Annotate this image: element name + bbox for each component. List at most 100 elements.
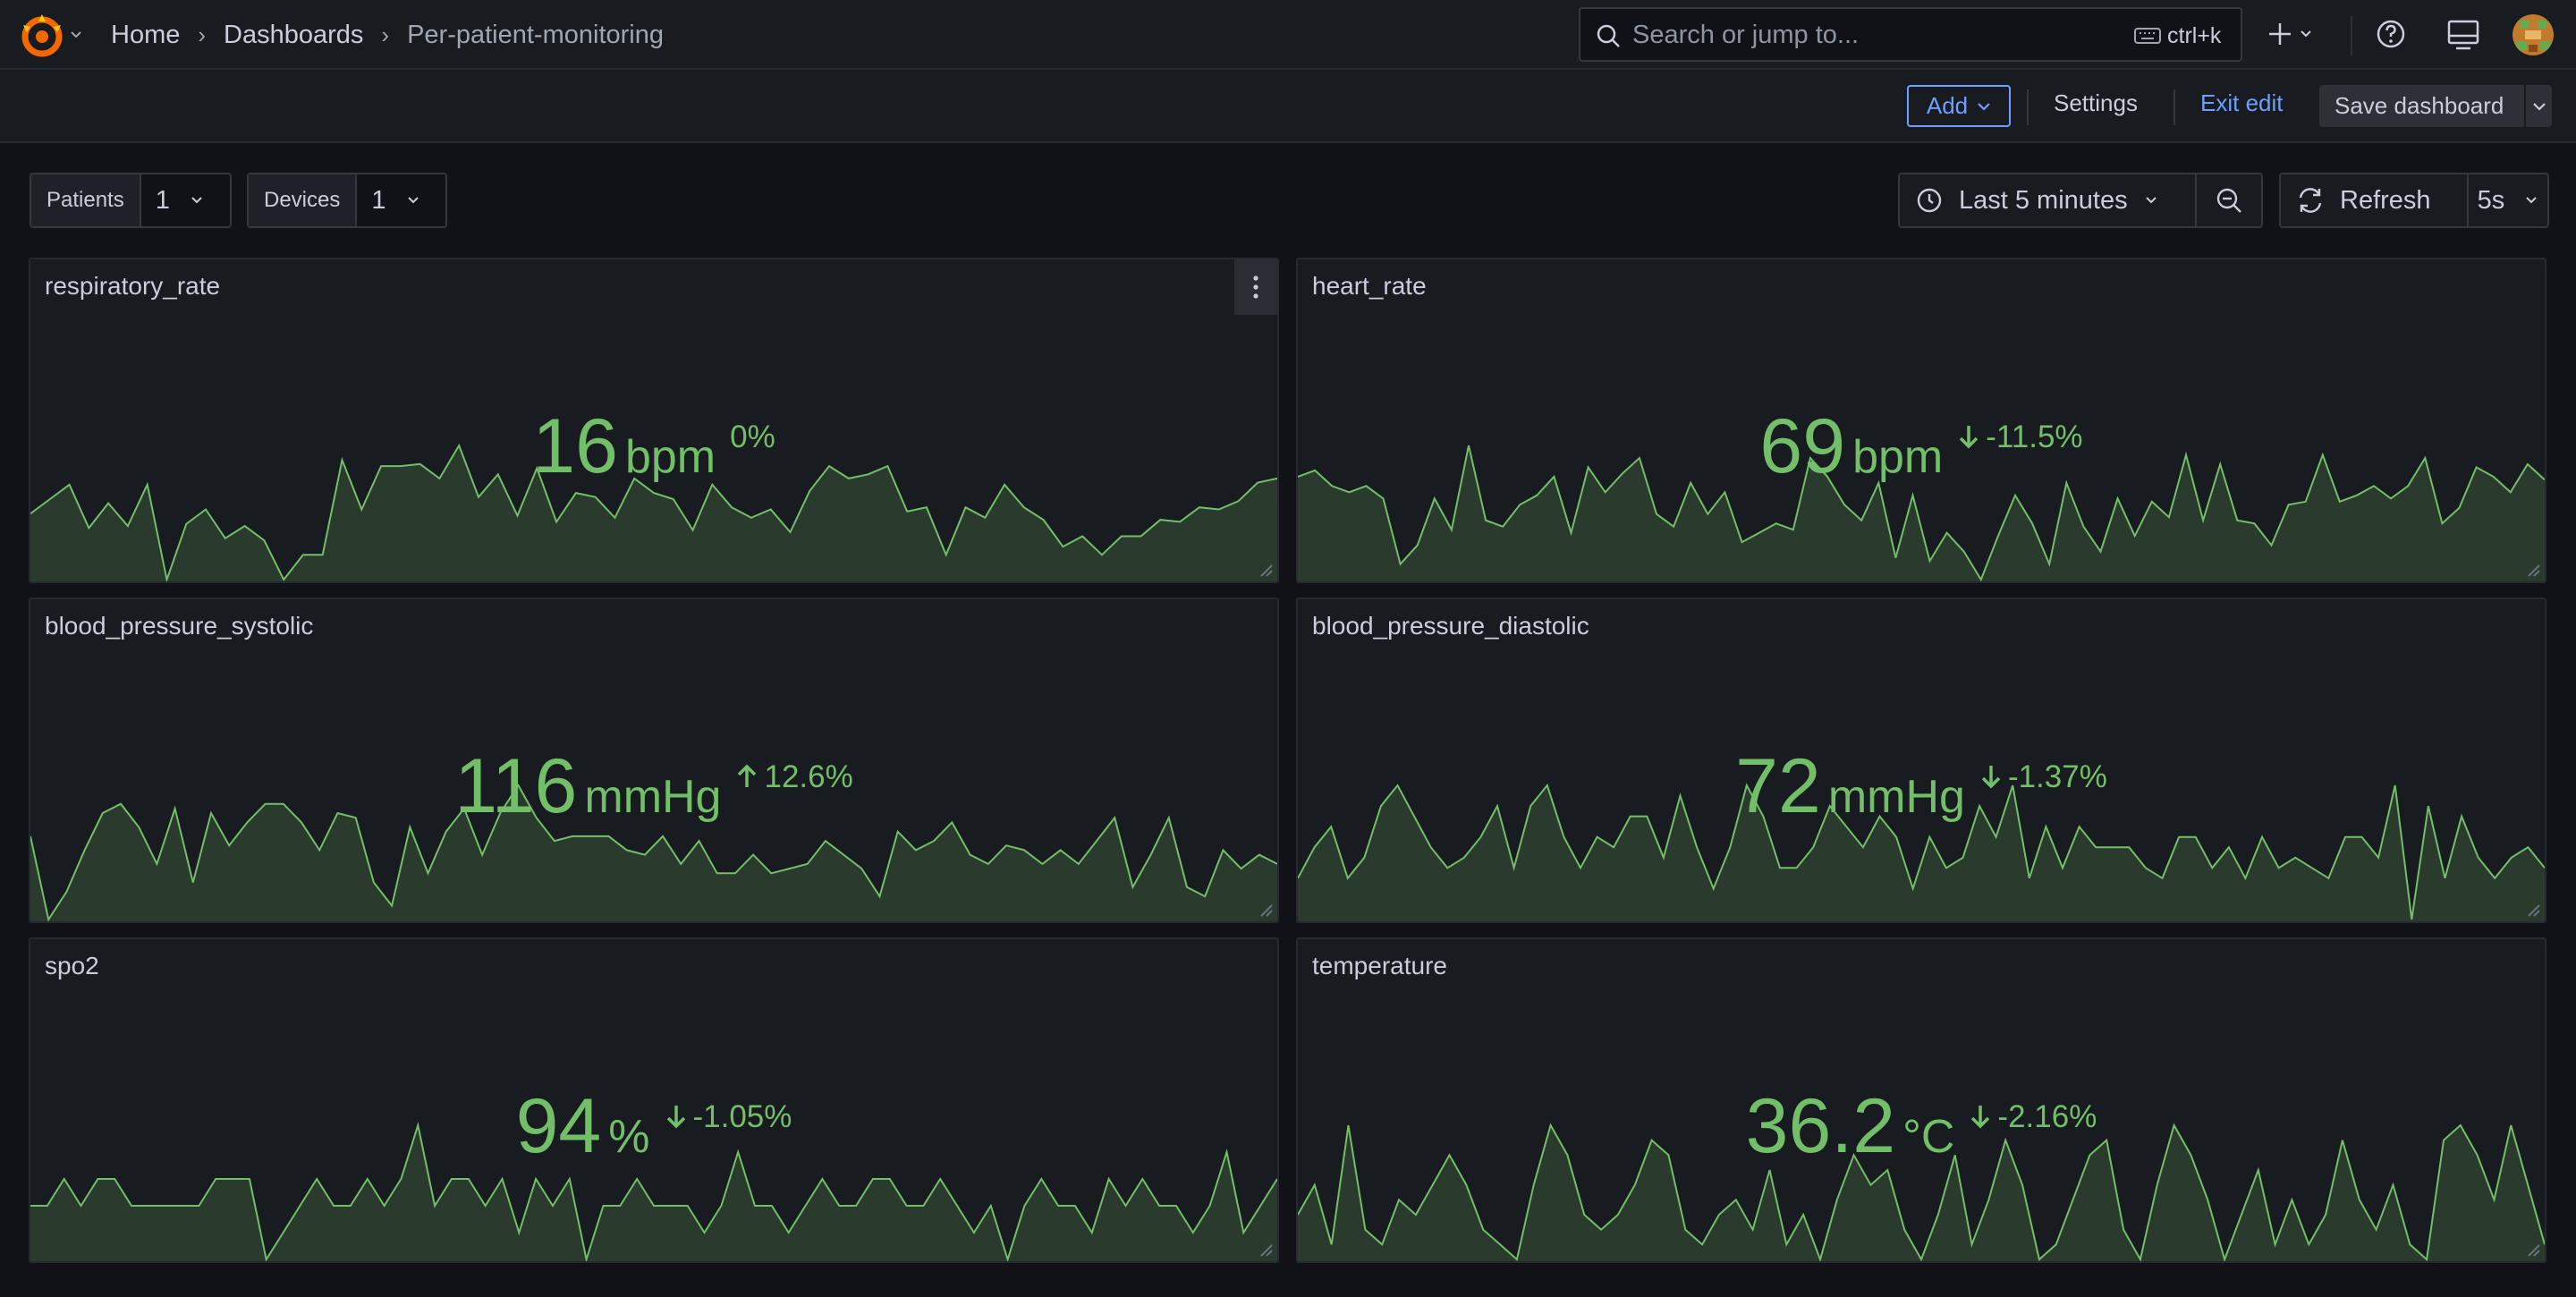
stat-panel-blood-pressure-systolic[interactable]: blood_pressure_systolic 116 mmHg 12.6% (29, 598, 1279, 923)
add-button-label: Add (1926, 92, 1969, 119)
stat-delta-text: -1.05% (692, 1099, 792, 1134)
stat-value-group: 69 bpm -11.5% (1298, 403, 2545, 501)
panel-title: blood_pressure_systolic (45, 612, 314, 640)
search-placeholder: Search or jump to... (1632, 21, 1860, 49)
chevron-right-icon: › (198, 21, 207, 48)
stat-value: 69 (1759, 403, 1846, 489)
variable-select-devices[interactable]: 1 (357, 174, 436, 226)
variable-devices: Devices 1 (247, 173, 447, 228)
time-range-label: Last 5 minutes (1959, 185, 2128, 215)
zoom-out-button[interactable] (2197, 174, 2261, 226)
stat-delta-text: -2.16% (1997, 1099, 2097, 1134)
kiosk-mode-icon[interactable] (2445, 18, 2481, 52)
stat-value-group: 116 mmHg 12.6% (30, 742, 1277, 841)
settings-button[interactable]: Settings (2054, 89, 2138, 117)
dashboard-edit-toolbar: Add Settings Exit edit Save dashboard (0, 70, 2576, 143)
variable-select-patients[interactable]: 1 (141, 174, 220, 226)
search-input[interactable]: Search or jump to... ctrl+k (1579, 7, 2242, 62)
variable-label: Devices (249, 174, 358, 226)
stat-unit: mmHg (1827, 771, 1965, 823)
arrow-down-icon (1981, 766, 2001, 789)
clock-icon (1917, 188, 1942, 213)
stat-value-group: 16 bpm 0% (30, 403, 1277, 501)
panel-title: spo2 (45, 952, 99, 979)
stat-delta-text: -1.37% (2007, 759, 2107, 794)
refresh-label: Refresh (2340, 185, 2431, 215)
variable-label: Patients (31, 174, 141, 226)
time-range-button[interactable]: Last 5 minutes (1900, 174, 2197, 226)
help-icon[interactable] (2375, 18, 2407, 50)
panel-menu-button[interactable] (1234, 259, 1277, 315)
stat-delta-text: 0% (730, 420, 775, 454)
stat-unit: % (608, 1111, 650, 1163)
toolbar-divider (2351, 16, 2352, 55)
resize-handle-icon[interactable] (2525, 1242, 2541, 1258)
refresh-icon (2299, 188, 2322, 213)
refresh-interval-value: 5s (2477, 185, 2505, 215)
chevron-down-icon (1978, 102, 1990, 111)
stat-unit: bpm (1852, 431, 1944, 483)
stat-delta-text: 12.6% (764, 759, 853, 794)
breadcrumb-home[interactable]: Home (111, 21, 180, 50)
resize-handle-icon[interactable] (2525, 562, 2541, 578)
stat-unit: bpm (624, 431, 716, 483)
stat-panel-temperature[interactable]: temperature 36.2 °C -2.16% (1296, 937, 2546, 1263)
stat-unit: mmHg (584, 771, 722, 823)
breadcrumb: Home › Dashboards › Per-patient-monitori… (111, 18, 664, 52)
stat-value: 116 (454, 743, 578, 829)
refresh-button[interactable]: Refresh (2281, 174, 2469, 226)
new-menu-button[interactable] (2267, 14, 2325, 54)
save-dashboard-button[interactable]: Save dashboard (2319, 92, 2524, 120)
stat-panel-respiratory-rate[interactable]: respiratory_rate 16 bpm 0% (29, 258, 1279, 583)
breadcrumb-current: Per-patient-monitoring (407, 20, 664, 49)
stat-panel-heart-rate[interactable]: heart_rate 69 bpm -11.5% (1296, 258, 2546, 583)
stat-panel-spo2[interactable]: spo2 94% -1.05% (29, 937, 1279, 1263)
grafana-logo-icon[interactable] (18, 13, 66, 57)
search-icon (1597, 24, 1620, 47)
stat-delta: 0% (730, 420, 775, 454)
user-avatar[interactable] (2512, 14, 2554, 55)
panel-title: blood_pressure_diastolic (1312, 612, 1589, 640)
stat-value-group: 36.2 °C -2.16% (1298, 1082, 2545, 1181)
chevron-down-icon (2145, 197, 2157, 204)
toolbar-divider (2174, 89, 2175, 125)
top-nav-bar: Home › Dashboards › Per-patient-monitori… (0, 0, 2576, 70)
chevron-down-icon[interactable] (70, 21, 82, 48)
chevron-down-icon (2526, 197, 2538, 204)
chevron-down-icon (407, 197, 419, 204)
resize-handle-icon[interactable] (1258, 1242, 1274, 1258)
refresh-interval-select[interactable]: 5s (2469, 174, 2547, 226)
variable-value: 1 (155, 185, 170, 215)
kebab-menu-icon (1253, 276, 1258, 299)
stat-delta: 12.6% (735, 759, 853, 794)
stat-panel-blood-pressure-diastolic[interactable]: blood_pressure_diastolic 72 mmHg -1.37% (1296, 598, 2546, 923)
stat-value: 36.2 (1745, 1083, 1896, 1169)
stat-value-group: 72 mmHg -1.37% (1298, 742, 2545, 841)
stat-value: 94 (515, 1083, 602, 1169)
stat-value: 72 (1735, 743, 1821, 829)
arrow-up-icon (738, 764, 757, 787)
add-button[interactable]: Add (1907, 85, 2011, 127)
resize-handle-icon[interactable] (1258, 562, 1274, 578)
zoom-out-icon (2216, 188, 2241, 213)
stat-delta-text: -11.5% (1986, 420, 2083, 454)
resize-handle-icon[interactable] (1258, 902, 1274, 918)
keyboard-icon (2134, 28, 2161, 44)
search-shortcut: ctrl+k (2167, 23, 2222, 48)
exit-edit-button[interactable]: Exit edit (2200, 89, 2284, 117)
chevron-down-icon (191, 197, 202, 204)
chevron-right-icon: › (381, 21, 390, 48)
time-range-picker: Last 5 minutes (1898, 173, 2263, 228)
stat-delta: -1.05% (665, 1099, 792, 1134)
breadcrumb-dashboards[interactable]: Dashboards (224, 21, 363, 50)
arrow-down-icon (666, 1106, 685, 1129)
panel-title: respiratory_rate (45, 272, 221, 300)
stat-delta: -11.5% (1957, 420, 2083, 454)
chevron-down-icon (2532, 102, 2546, 111)
refresh-picker: Refresh 5s (2279, 173, 2549, 228)
toolbar-divider (2027, 89, 2029, 125)
save-options-button[interactable] (2526, 85, 2552, 127)
panel-title: temperature (1312, 952, 1447, 979)
stat-delta: -1.37% (1979, 759, 2107, 794)
resize-handle-icon[interactable] (2525, 902, 2541, 918)
